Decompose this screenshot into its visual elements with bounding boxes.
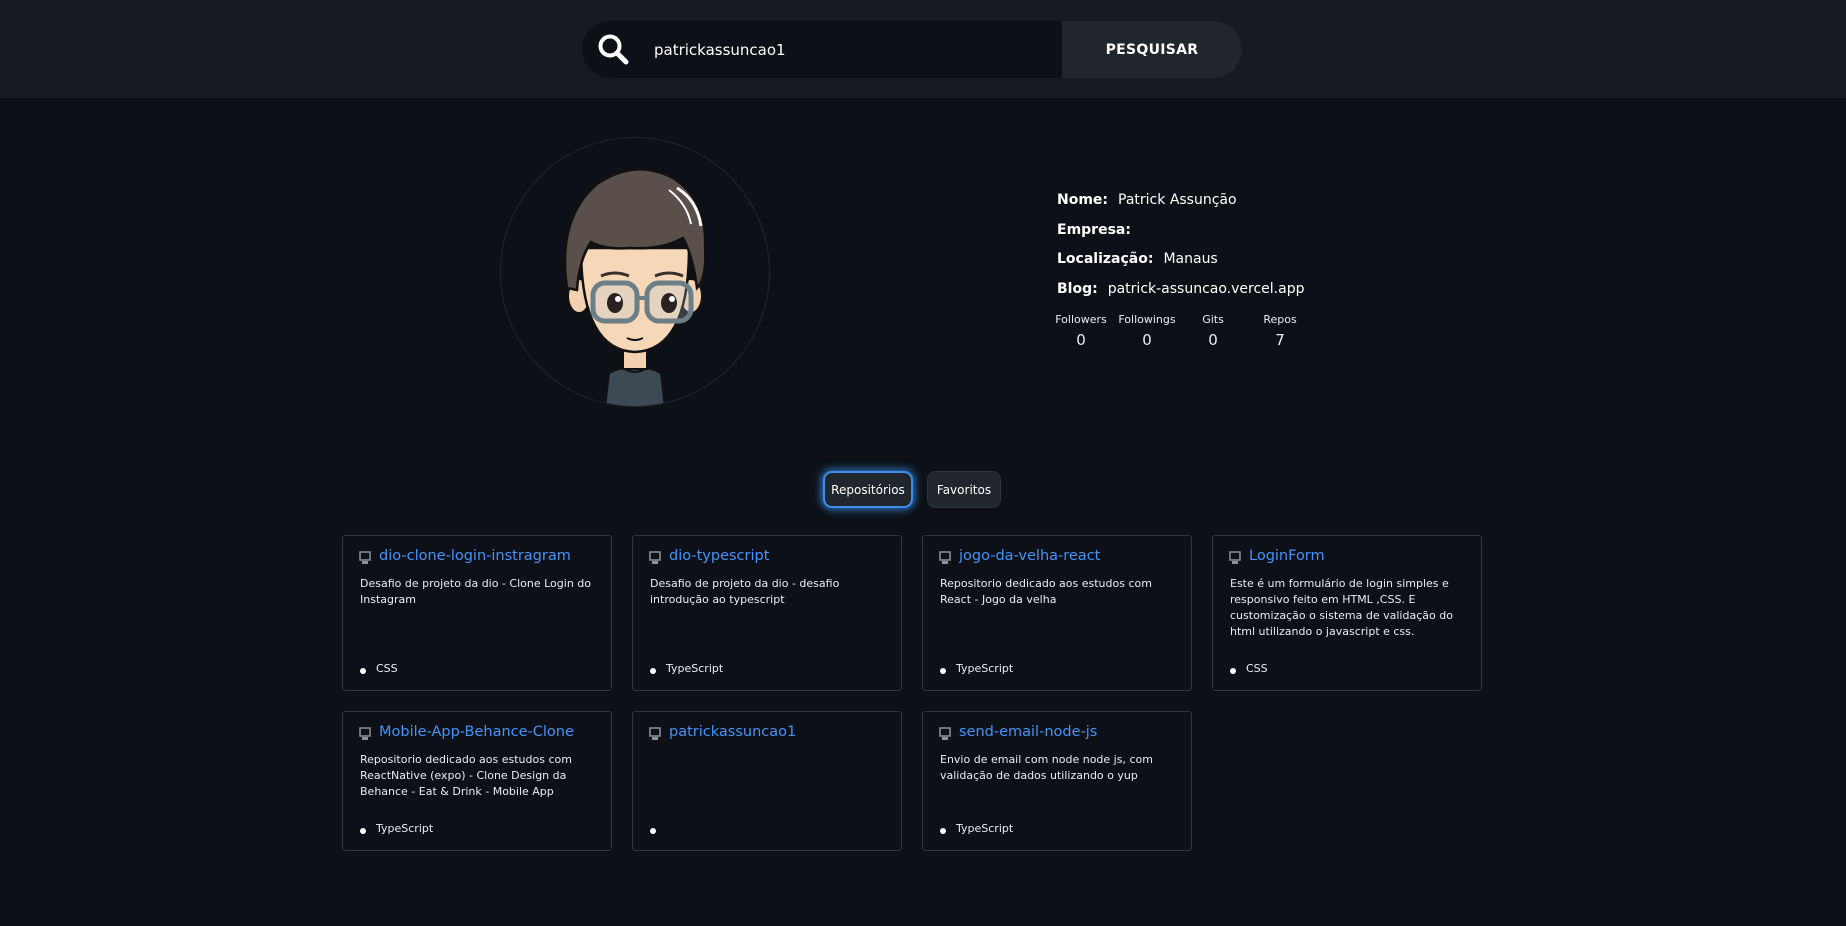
repo-description: Repositorio dedicado aos estudos com Rea… [360, 753, 572, 798]
language-dot-icon [1230, 668, 1236, 674]
language-dot-icon [940, 828, 946, 834]
stat-label: Repos [1263, 313, 1297, 326]
repo-description: Envio de email com node node js, com val… [940, 753, 1153, 782]
repo-language: CSS [376, 662, 398, 675]
top-bar: PESQUISAR [0, 0, 1846, 98]
tab-favorites[interactable]: Favoritos [927, 471, 1001, 508]
tab-repositories[interactable]: Repositórios [823, 471, 913, 508]
language-dot-icon [650, 668, 656, 674]
repo-icon [939, 551, 951, 564]
blog-label: Blog: [1057, 280, 1098, 297]
repo-icon [359, 551, 371, 564]
search-bar: PESQUISAR [582, 21, 1242, 78]
repo-icon [359, 727, 371, 740]
repo-card[interactable]: LoginForm Este é um formulário de login … [1212, 535, 1482, 691]
repo-name-link[interactable]: jogo-da-velha-react [959, 548, 1100, 564]
repo-language: TypeScript [956, 822, 1014, 835]
repo-card[interactable]: Mobile-App-Behance-Clone Repositorio ded… [342, 711, 612, 851]
repo-icon [939, 727, 951, 740]
stat-value: 7 [1275, 331, 1285, 349]
profile-location: Manaus [1163, 251, 1218, 267]
repo-icon [649, 727, 661, 740]
repo-icon [1229, 551, 1241, 564]
repo-name-link[interactable]: dio-clone-login-instragram [379, 548, 571, 564]
cartoon-avatar-icon [563, 168, 707, 406]
repo-card[interactable]: dio-clone-login-instragram Desafio de pr… [342, 535, 612, 691]
repo-description: Este é um formulário de login simples e … [1230, 577, 1453, 638]
repo-description: Desafio de projeto da dio - Clone Login … [360, 577, 592, 606]
profile-name-row: Nome: Patrick Assunção [1057, 192, 1304, 222]
search-input[interactable] [654, 21, 1034, 78]
repo-language: TypeScript [376, 822, 434, 835]
language-dot-icon [650, 828, 656, 834]
name-label: Nome: [1057, 192, 1109, 208]
repo-card[interactable]: jogo-da-velha-react Repositorio dedicado… [922, 535, 1192, 691]
location-label: Localização: [1057, 251, 1154, 267]
language-dot-icon [360, 668, 366, 674]
profile-location-row: Localização: Manaus [1057, 251, 1304, 281]
company-label: Empresa: [1057, 221, 1131, 238]
stat-repos: Repos 7 [1235, 313, 1325, 349]
profile-info: Nome: Patrick Assunção Empresa: Localizaç… [1057, 192, 1304, 310]
repo-icon [649, 551, 661, 564]
profile-company-row: Empresa: [1057, 222, 1304, 252]
repo-language: TypeScript [956, 662, 1014, 675]
repo-description: Desafio de projeto da dio - desafio intr… [650, 577, 840, 606]
repo-name-link[interactable]: dio-typescript [669, 548, 769, 564]
language-dot-icon [360, 828, 366, 834]
repo-name-link[interactable]: Mobile-App-Behance-Clone [379, 724, 574, 740]
repo-card[interactable]: dio-typescript Desafio de projeto da dio… [632, 535, 902, 691]
profile-blog: patrick-assuncao.vercel.app [1107, 280, 1305, 297]
search-icon[interactable] [596, 32, 632, 68]
profile-name: Patrick Assunção [1118, 192, 1237, 208]
repo-card[interactable]: send-email-node-js Envio de email com no… [922, 711, 1192, 851]
repo-language: TypeScript [666, 662, 724, 675]
repo-name-link[interactable]: send-email-node-js [959, 724, 1097, 740]
language-dot-icon [940, 668, 946, 674]
repo-language: CSS [1246, 662, 1268, 675]
repo-name-link[interactable]: patrickassuncao1 [669, 724, 796, 740]
avatar [500, 137, 770, 407]
repo-name-link[interactable]: LoginForm [1249, 548, 1325, 564]
profile-blog-row: Blog: patrick-assuncao.vercel.app [1057, 281, 1304, 311]
repo-description: Repositorio dedicado aos estudos com Rea… [940, 577, 1152, 606]
repo-card[interactable]: patrickassuncao1 [632, 711, 902, 851]
search-button[interactable]: PESQUISAR [1062, 21, 1242, 78]
